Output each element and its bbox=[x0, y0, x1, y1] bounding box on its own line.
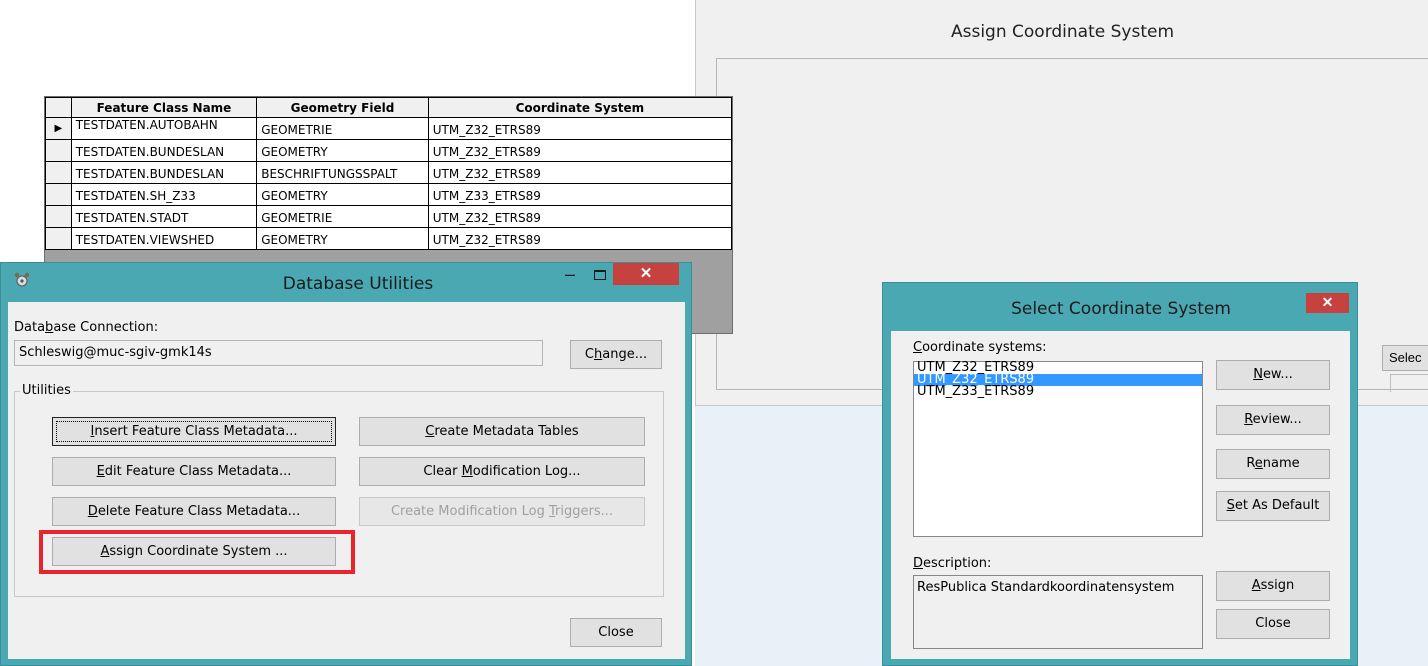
cell-feature-class[interactable]: TESTDATEN.BUNDESLAN bbox=[70, 139, 258, 162]
assign-button[interactable]: Assign bbox=[1216, 571, 1330, 601]
table-row[interactable]: TESTDATEN.VIEWSHED GEOMETRY UTM_Z32_ETRS… bbox=[45, 227, 733, 250]
row-selector[interactable] bbox=[45, 227, 72, 250]
column-header-coordinate-system[interactable]: Coordinate System bbox=[427, 97, 733, 118]
maximize-button[interactable] bbox=[587, 265, 613, 285]
review-button[interactable]: Review... bbox=[1216, 405, 1330, 435]
close-button[interactable]: Close bbox=[1216, 609, 1330, 639]
triangle-right-icon: ▶ bbox=[54, 123, 63, 134]
cell-geometry-field[interactable]: BESCHRIFTUNGSSPALT bbox=[256, 161, 429, 184]
window-client-area: Database Connection: Schleswig@muc-sgiv-… bbox=[8, 302, 685, 659]
database-connection-field[interactable]: Schleswig@muc-sgiv-gmk14s bbox=[14, 340, 543, 366]
rename-button[interactable]: Rename bbox=[1216, 449, 1330, 479]
close-button[interactable]: Close bbox=[570, 618, 662, 647]
table-row[interactable]: TESTDATEN.STADT GEOMETRIE UTM_Z32_ETRS89 bbox=[45, 205, 733, 228]
grid-header-row: Feature Class Name Geometry Field Coordi… bbox=[45, 97, 733, 118]
cell-geometry-field[interactable]: GEOMETRIE bbox=[256, 205, 429, 228]
clear-modification-log-button[interactable]: Clear Modification Log... bbox=[359, 457, 645, 486]
row-selector[interactable] bbox=[45, 161, 72, 184]
cell-feature-class[interactable]: TESTDATEN.BUNDESLAN bbox=[70, 161, 258, 184]
close-dialog-button[interactable]: ✕ bbox=[1306, 293, 1349, 313]
create-metadata-tables-button[interactable]: Create Metadata Tables bbox=[359, 417, 645, 446]
select-button[interactable]: Selec bbox=[1382, 345, 1428, 371]
cell-coordinate-system[interactable]: UTM_Z32_ETRS89 bbox=[427, 139, 733, 162]
set-as-default-button[interactable]: Set As Default bbox=[1216, 491, 1330, 521]
row-selector-header bbox=[45, 97, 72, 118]
insert-feature-class-metadata-button[interactable]: Insert Feature Class Metadata... bbox=[52, 417, 336, 446]
description-label: Description: bbox=[913, 556, 992, 571]
coordinate-systems-list[interactable]: UTM_Z32_ETRS89 UTM_Z32_ETRS89 UTM_Z33_ET… bbox=[913, 361, 1203, 537]
change-button[interactable]: Change... bbox=[570, 340, 662, 369]
database-connection-label: Database Connection: bbox=[14, 320, 159, 335]
column-header-feature-class[interactable]: Feature Class Name bbox=[70, 97, 258, 118]
cell-coordinate-system[interactable]: UTM_Z32_ETRS89 bbox=[427, 227, 733, 250]
cell-feature-class[interactable]: TESTDATEN.SH_Z33 bbox=[70, 183, 258, 206]
cell-feature-class[interactable]: TESTDATEN.AUTOBAHN bbox=[70, 117, 258, 140]
row-selector[interactable] bbox=[45, 139, 72, 162]
create-modification-log-triggers-button: Create Modification Log Triggers... bbox=[359, 497, 645, 526]
utilities-group-label: Utilities bbox=[20, 383, 73, 398]
database-utilities-window: Database Utilities – ✕ Database Connecti… bbox=[0, 262, 692, 666]
cell-coordinate-system[interactable]: UTM_Z33_ETRS89 bbox=[427, 183, 733, 206]
edit-feature-class-metadata-button[interactable]: Edit Feature Class Metadata... bbox=[52, 457, 336, 486]
cell-coordinate-system[interactable]: UTM_Z32_ETRS89 bbox=[427, 205, 733, 228]
cell-coordinate-system[interactable]: UTM_Z32_ETRS89 bbox=[427, 117, 733, 140]
grid-table: Feature Class Name Geometry Field Coordi… bbox=[45, 97, 733, 250]
delete-feature-class-metadata-button[interactable]: Delete Feature Class Metadata... bbox=[52, 497, 336, 526]
cell-geometry-field[interactable]: GEOMETRY bbox=[256, 227, 429, 250]
cell-geometry-field[interactable]: GEOMETRY bbox=[256, 139, 429, 162]
highlight-box bbox=[39, 530, 355, 574]
list-item[interactable]: UTM_Z33_ETRS89 bbox=[914, 385, 1202, 398]
table-row[interactable]: TESTDATEN.BUNDESLAN GEOMETRY UTM_Z32_ETR… bbox=[45, 139, 733, 162]
column-header-geometry-field[interactable]: Geometry Field bbox=[256, 97, 429, 118]
cell-feature-class[interactable]: TESTDATEN.STADT bbox=[70, 205, 258, 228]
row-selector[interactable] bbox=[45, 183, 72, 206]
row-selector[interactable] bbox=[45, 205, 72, 228]
coordinate-systems-label: Coordinate systems: bbox=[913, 340, 1047, 355]
dialog-title: Select Coordinate System bbox=[1011, 299, 1231, 319]
close-window-button[interactable]: ✕ bbox=[613, 263, 679, 285]
partial-control bbox=[1390, 374, 1428, 392]
cell-coordinate-system[interactable]: UTM_Z32_ETRS89 bbox=[427, 161, 733, 184]
row-selector[interactable]: ▶ bbox=[45, 117, 72, 140]
select-coordinate-system-dialog: Select Coordinate System ✕ Coordinate sy… bbox=[882, 282, 1358, 666]
window-title: Assign Coordinate System bbox=[950, 22, 1175, 42]
title-bar[interactable]: Database Utilities – ✕ bbox=[1, 263, 691, 303]
table-row[interactable]: ▶ TESTDATEN.AUTOBAHN GEOMETRIE UTM_Z32_E… bbox=[45, 117, 733, 140]
table-row[interactable]: TESTDATEN.SH_Z33 GEOMETRY UTM_Z33_ETRS89 bbox=[45, 183, 733, 206]
dialog-client-area: Coordinate systems: UTM_Z32_ETRS89 UTM_Z… bbox=[891, 331, 1350, 659]
new-button[interactable]: New... bbox=[1216, 360, 1330, 390]
cell-geometry-field[interactable]: GEOMETRY bbox=[256, 183, 429, 206]
table-row[interactable]: TESTDATEN.BUNDESLAN BESCHRIFTUNGSSPALT U… bbox=[45, 161, 733, 184]
minimize-button[interactable]: – bbox=[557, 265, 583, 285]
maximize-icon bbox=[594, 270, 606, 280]
description-field[interactable]: ResPublica Standardkoordinatensystem bbox=[913, 575, 1203, 649]
cell-feature-class[interactable]: TESTDATEN.VIEWSHED bbox=[70, 227, 258, 250]
cell-geometry-field[interactable]: GEOMETRIE bbox=[256, 117, 429, 140]
